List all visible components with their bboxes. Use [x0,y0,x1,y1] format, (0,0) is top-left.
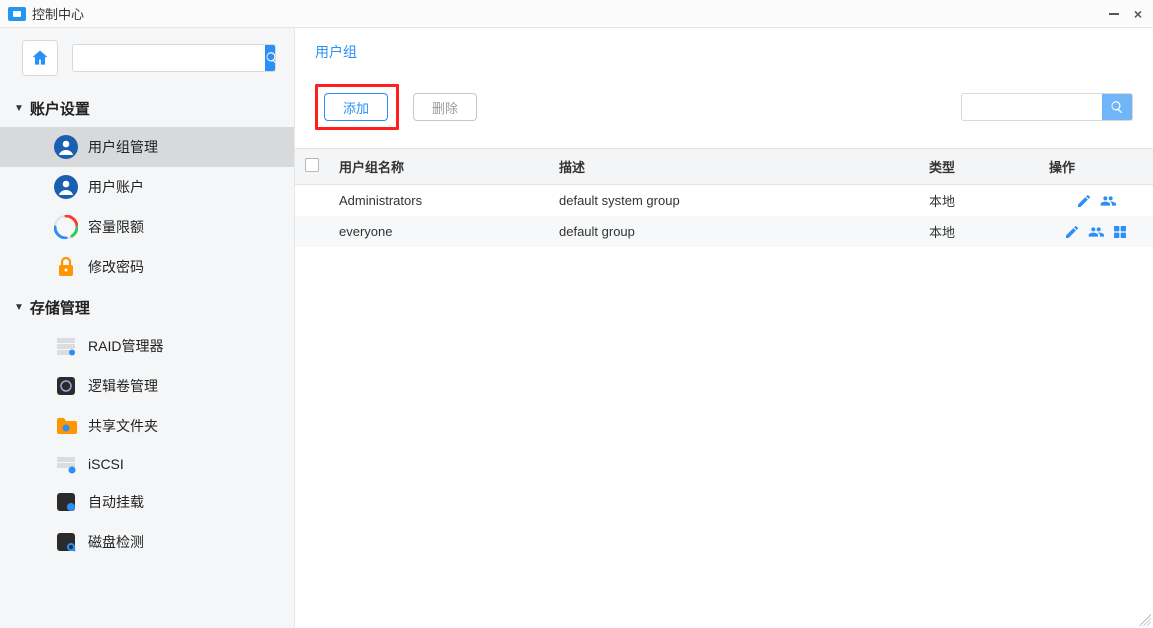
edit-icon[interactable] [1076,193,1092,209]
sidebar-item-quota[interactable]: 容量限额 [0,207,294,247]
sidebar-item-iscsi[interactable]: iSCSI [0,446,294,482]
column-header-operations[interactable]: 操作 [1039,149,1153,185]
row-operations [1049,193,1143,209]
members-icon[interactable] [1100,193,1116,209]
lvm-icon [54,374,78,398]
disk-icon [54,530,78,554]
table-row[interactable]: everyone default group 本地 [295,216,1153,247]
sidebar-item-label: 共享文件夹 [88,416,158,436]
sidebar-section-storage[interactable]: ▼ 存储管理 [0,287,294,326]
cell-description: default group [549,216,919,247]
breadcrumb: 用户组 [295,28,1153,70]
sidebar-item-user-account[interactable]: 用户账户 [0,167,294,207]
sidebar-item-label: 自动挂载 [88,492,144,512]
resize-grip[interactable] [1139,614,1151,626]
toolbar: 添加 删除 [295,70,1153,148]
sidebar-search [72,44,276,72]
minimize-button[interactable] [1107,7,1121,21]
window-buttons: × [1107,7,1145,21]
table-search-input[interactable] [962,100,1102,115]
iscsi-icon [54,452,78,476]
sidebar-item-label: 逻辑卷管理 [88,376,158,396]
sidebar-item-change-password[interactable]: 修改密码 [0,247,294,287]
add-button-highlight: 添加 [315,84,399,130]
cell-type: 本地 [919,216,1039,247]
column-header-description[interactable]: 描述 [549,149,919,185]
main-panel: 用户组 添加 删除 用户组名称 描述 类型 操作 [295,28,1153,628]
sidebar-item-label: RAID管理器 [88,336,163,356]
table-search-button[interactable] [1102,94,1132,120]
row-operations [1049,224,1143,240]
cell-name: everyone [329,216,549,247]
sidebar-search-input[interactable] [73,51,265,66]
add-button[interactable]: 添加 [324,93,388,121]
app-icon [8,7,26,21]
members-icon[interactable] [1088,224,1104,240]
user-group-icon [54,135,78,159]
apps-icon[interactable] [1112,224,1128,240]
sidebar-item-label: 用户组管理 [88,137,158,157]
lock-icon [54,255,78,279]
sidebar-item-disk-check[interactable]: 磁盘检测 [0,522,294,562]
sidebar: ▼ 账户设置 用户组管理 用户账户 容量限额 修改密码 [0,28,295,628]
table-search [961,93,1133,121]
sidebar-item-label: iSCSI [88,456,124,472]
sidebar-section-label: 账户设置 [30,98,90,119]
cell-name: Administrators [329,185,549,217]
cell-type: 本地 [919,185,1039,217]
cell-description: default system group [549,185,919,217]
close-button[interactable]: × [1131,7,1145,21]
mount-icon [54,490,78,514]
user-icon [54,175,78,199]
sidebar-section-label: 存储管理 [30,297,90,318]
column-header-name[interactable]: 用户组名称 [329,149,549,185]
sidebar-item-lvm[interactable]: 逻辑卷管理 [0,366,294,406]
window-title: 控制中心 [32,4,84,23]
sidebar-item-shared-folder[interactable]: 共享文件夹 [0,406,294,446]
home-icon [30,48,50,68]
titlebar: 控制中心 × [0,0,1153,28]
quota-icon [54,215,78,239]
sidebar-item-label: 修改密码 [88,257,144,277]
sidebar-item-label: 用户账户 [88,177,144,197]
sidebar-item-user-group-mgmt[interactable]: 用户组管理 [0,127,294,167]
search-icon [1110,100,1124,114]
chevron-down-icon: ▼ [14,302,24,313]
select-all-checkbox[interactable] [305,158,319,172]
column-header-type[interactable]: 类型 [919,149,1039,185]
edit-icon[interactable] [1064,224,1080,240]
sidebar-item-label: 磁盘检测 [88,532,144,552]
home-button[interactable] [22,40,58,76]
table-row[interactable]: Administrators default system group 本地 [295,185,1153,217]
chevron-down-icon: ▼ [14,103,24,114]
folder-icon [54,414,78,438]
search-icon [265,51,276,65]
delete-button[interactable]: 删除 [413,93,477,121]
sidebar-item-raid[interactable]: RAID管理器 [0,326,294,366]
sidebar-item-automount[interactable]: 自动挂载 [0,482,294,522]
sidebar-search-button[interactable] [265,45,276,71]
sidebar-item-label: 容量限额 [88,217,144,237]
user-group-table: 用户组名称 描述 类型 操作 Administrators default sy… [295,148,1153,247]
raid-icon [54,334,78,358]
sidebar-section-account[interactable]: ▼ 账户设置 [0,88,294,127]
